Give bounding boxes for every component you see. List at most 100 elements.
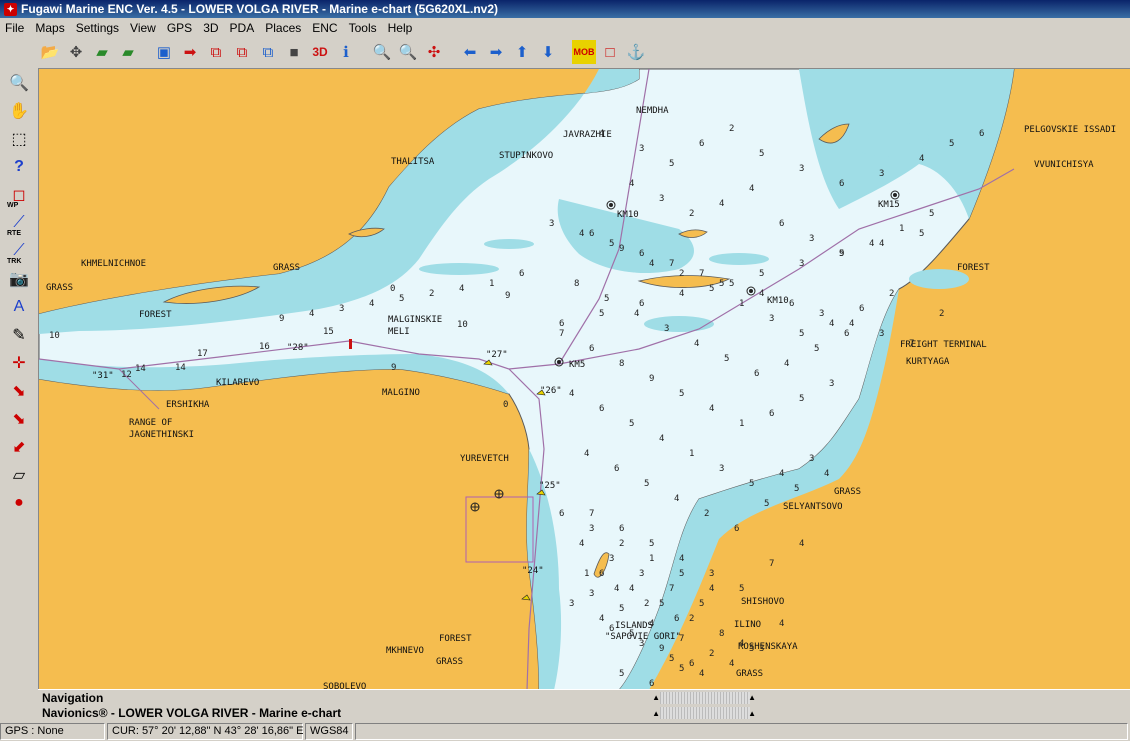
sounding: 7	[559, 329, 565, 339]
menu-tools[interactable]: Tools	[344, 21, 383, 35]
route-join-icon[interactable]: ⬊	[5, 378, 33, 403]
window-title: Fugawi Marine ENC Ver. 4.5 - LOWER VOLGA…	[21, 2, 498, 16]
place-label-thalitsa: THALITSA	[391, 157, 435, 167]
window-refresh-icon[interactable]: ⧉	[256, 40, 280, 64]
menu-gps[interactable]: GPS	[162, 21, 198, 35]
panel-scroll-up-icon[interactable]: ▲	[652, 693, 660, 702]
record-track-icon[interactable]: ●	[5, 490, 33, 515]
sounding: 8	[574, 279, 580, 289]
track-icon[interactable]: ⟋ TRK	[5, 238, 33, 266]
menu-maps[interactable]: Maps	[30, 21, 70, 35]
gray-square-icon[interactable]: ■	[282, 40, 306, 64]
pan-left-icon[interactable]: ⬅	[458, 40, 482, 64]
layers-up-icon[interactable]: ▰	[90, 40, 114, 64]
pan-up-icon[interactable]: ⬆	[510, 40, 534, 64]
sounding: 2	[939, 309, 945, 319]
sounding: 5	[669, 654, 675, 664]
place-label-jagnethinski: JAGNETHINSKI	[129, 430, 195, 440]
red-marker	[349, 339, 352, 349]
menu-3d[interactable]: 3D	[198, 21, 224, 35]
record-track-icon-glyph: ●	[14, 493, 24, 511]
sounding: 5	[749, 644, 755, 654]
place-label-ershikha: ERSHIKHA	[166, 400, 210, 410]
route-split-icon[interactable]: ⬊	[5, 406, 33, 431]
sounding: 4	[629, 179, 635, 189]
chart-scroll-up-icon[interactable]: ▲	[652, 709, 660, 718]
menu-view[interactable]: View	[125, 21, 162, 35]
navigation-panel-bar[interactable]: Navigation ▲ ▲	[38, 689, 1130, 705]
chart-view[interactable]: NEMDHA JAVRAZHIE STUPINKOVO THALITSA PELGOVS…	[38, 68, 1130, 689]
navigation-label: Navigation	[42, 690, 104, 705]
sounding: 5	[609, 239, 615, 249]
move-icon[interactable]: ✥	[64, 40, 88, 64]
place-label-kilarevo: KILAREVO	[216, 378, 260, 388]
chart-scroll-down-icon[interactable]: ▲	[748, 709, 756, 718]
app-icon: ✦	[4, 2, 17, 16]
pen-icon[interactable]: ✎	[5, 322, 33, 347]
open-folder-icon[interactable]: 📂	[38, 40, 62, 64]
chart-scroll-strip[interactable]	[660, 707, 750, 719]
menu-places[interactable]: Places	[260, 21, 307, 35]
waypoint-icon[interactable]: ◻ WP	[5, 182, 33, 210]
mob-icon[interactable]: MOB	[572, 40, 596, 64]
window-select-icon[interactable]: ⧉	[230, 40, 254, 64]
camera-icon[interactable]: 📷	[5, 266, 33, 291]
zoom-in-icon[interactable]: 🔍	[396, 40, 420, 64]
panel-scroll-down-icon[interactable]: ▲	[748, 693, 756, 702]
route-split-icon-glyph: ⬊	[12, 410, 26, 428]
menu-settings[interactable]: Settings	[71, 21, 125, 35]
place-label-km10b: KM10	[767, 296, 789, 306]
window-icon[interactable]: ⧉	[204, 40, 228, 64]
screen-icon[interactable]: ▣	[152, 40, 176, 64]
pan-down-icon[interactable]: ⬇	[536, 40, 560, 64]
question-icon[interactable]: ?	[5, 154, 33, 179]
menu-file[interactable]: File	[0, 21, 30, 35]
hand-icon[interactable]: ✋	[5, 98, 33, 123]
sounding: 5	[649, 539, 655, 549]
info-icon[interactable]: ℹ	[334, 40, 358, 64]
select-rect-icon[interactable]: ⬚	[5, 126, 33, 151]
sounding: 1	[739, 299, 745, 309]
sounding: 4	[779, 469, 785, 479]
magnifier-icon[interactable]: 🔍	[5, 70, 33, 95]
place-label-buoy27: "27"	[486, 350, 508, 360]
crosshair-icon[interactable]: ✛	[5, 350, 33, 375]
route-icon[interactable]: ⟋ RTE	[5, 210, 33, 238]
sounding: 4	[759, 289, 765, 299]
sounding: 12	[121, 370, 132, 380]
menu-help[interactable]: Help	[383, 21, 419, 35]
anchor-icon[interactable]: ⚓	[624, 40, 648, 64]
sounding: 4	[599, 129, 605, 139]
fugawi-window: ✦ Fugawi Marine ENC Ver. 4.5 - LOWER VOL…	[0, 0, 1130, 741]
sounding: 4	[869, 239, 875, 249]
sounding: 9	[505, 291, 511, 301]
arrow-right-box-icon[interactable]: ➡	[178, 40, 202, 64]
fit-arrows-icon[interactable]: ✣	[422, 40, 446, 64]
sounding: 4	[739, 639, 745, 649]
route-erase-icon[interactable]: ⬋	[5, 434, 33, 459]
question-icon-glyph: ?	[14, 157, 24, 175]
layers-down-icon[interactable]: ▰	[116, 40, 140, 64]
sounding: 4	[709, 404, 715, 414]
three-d-icon[interactable]: 3D	[308, 40, 332, 64]
sounding: 10	[457, 320, 468, 330]
text-tool-icon[interactable]: A	[5, 294, 33, 319]
menu-pda[interactable]: PDA	[225, 21, 261, 35]
panel-scroll-strip[interactable]	[660, 691, 750, 704]
sounding: 7	[699, 269, 705, 279]
sounding: 3	[799, 259, 805, 269]
status-bar: GPS : None CUR: 57° 20' 12,88" N 43° 28'…	[0, 721, 1130, 741]
pan-right-icon[interactable]: ➡	[484, 40, 508, 64]
zoom-out-icon[interactable]: 🔍	[370, 40, 394, 64]
toolbar-separator	[360, 40, 368, 64]
sounding: 4	[629, 584, 635, 594]
sounding: 4	[919, 154, 925, 164]
sounding: 17	[197, 349, 208, 359]
layer-up-icon[interactable]: ▱	[5, 462, 33, 487]
sounding: 15	[323, 327, 334, 337]
red-square-icon[interactable]: □	[598, 40, 622, 64]
chart-canvas[interactable]	[39, 69, 1130, 689]
sounding: 3	[719, 464, 725, 474]
menu-enc[interactable]: ENC	[307, 21, 343, 35]
chart-panel-bar[interactable]: Navionics® - LOWER VOLGA RIVER - Marine …	[38, 705, 1130, 721]
